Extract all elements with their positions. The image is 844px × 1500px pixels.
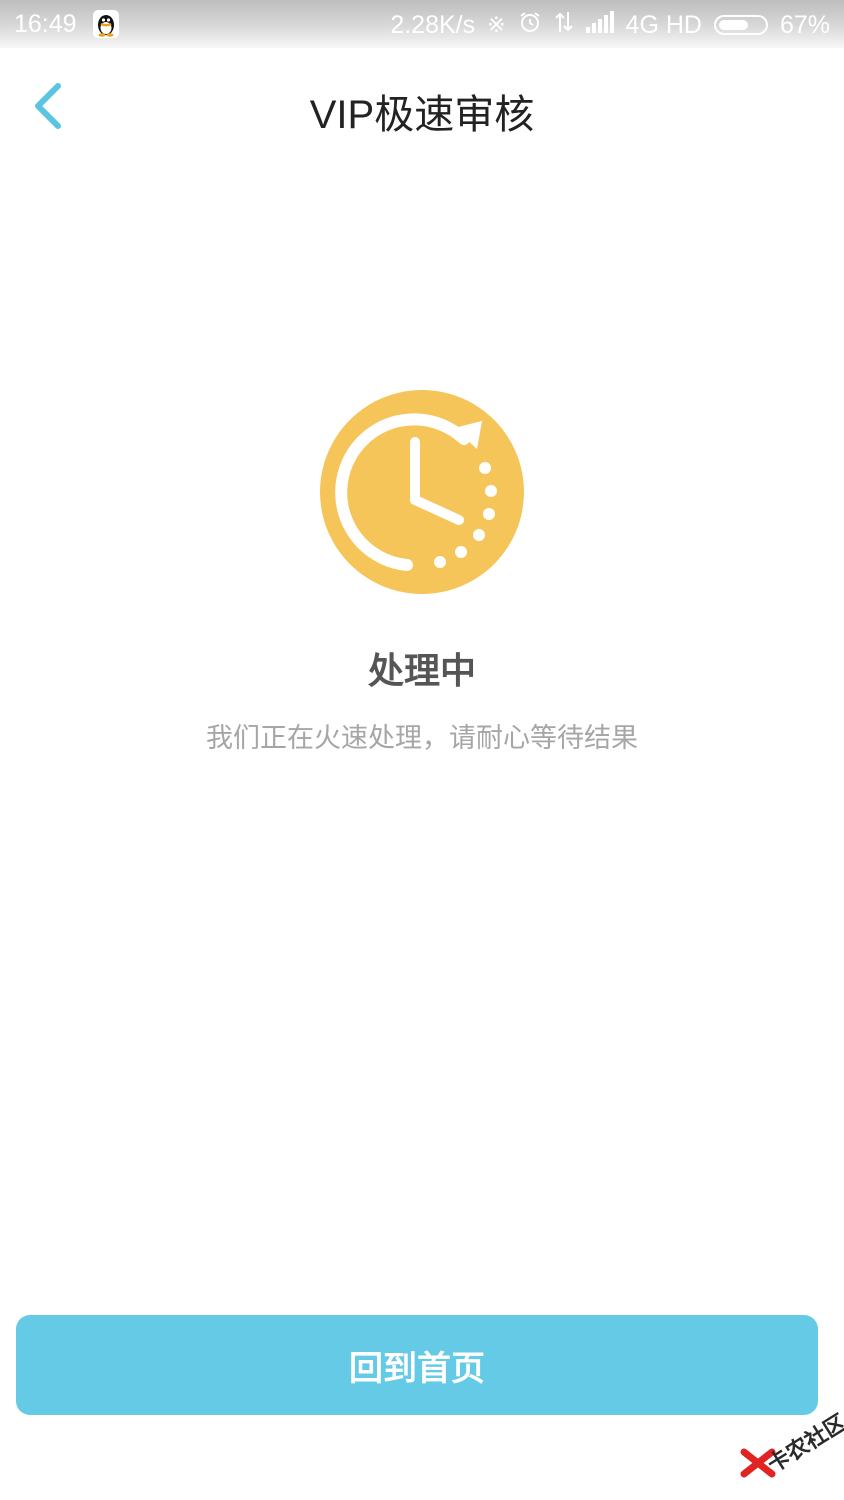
clock-refresh-icon xyxy=(320,390,524,594)
status-description: 我们正在火速处理，请耐心等待结果 xyxy=(206,723,638,754)
network-type: 4G HD xyxy=(625,10,702,39)
status-time: 16:49 xyxy=(14,10,77,38)
page-title: VIP极速审核 xyxy=(309,93,535,137)
data-transfer-icon xyxy=(554,10,574,40)
signal-icon xyxy=(585,11,614,39)
battery-fill xyxy=(718,20,748,30)
qq-icon xyxy=(93,10,119,38)
home-button-label: 回到首页 xyxy=(349,1348,485,1389)
network-speed: 2.28K/s xyxy=(390,10,476,39)
bluetooth-icon: ※ xyxy=(487,12,506,37)
watermark-text: 卡农社区 xyxy=(763,1410,844,1479)
battery-percent: 67% xyxy=(779,10,830,39)
nav-bar: VIP极速审核 xyxy=(0,48,844,164)
alarm-icon xyxy=(518,10,542,40)
status-bar: 16:49 2.28K/s ※ 4G HD 67% xyxy=(0,0,844,48)
status-right-group: 2.28K/s ※ 4G HD 67% xyxy=(390,10,830,40)
home-button[interactable]: 回到首页 xyxy=(16,1315,818,1415)
status-title: 处理中 xyxy=(367,651,476,692)
watermark: 卡农社区 xyxy=(738,1404,844,1484)
battery-icon xyxy=(713,15,768,35)
screen: 16:49 2.28K/s ※ 4G HD 67% VIP极速审核 处理中 我们… xyxy=(0,0,844,1500)
